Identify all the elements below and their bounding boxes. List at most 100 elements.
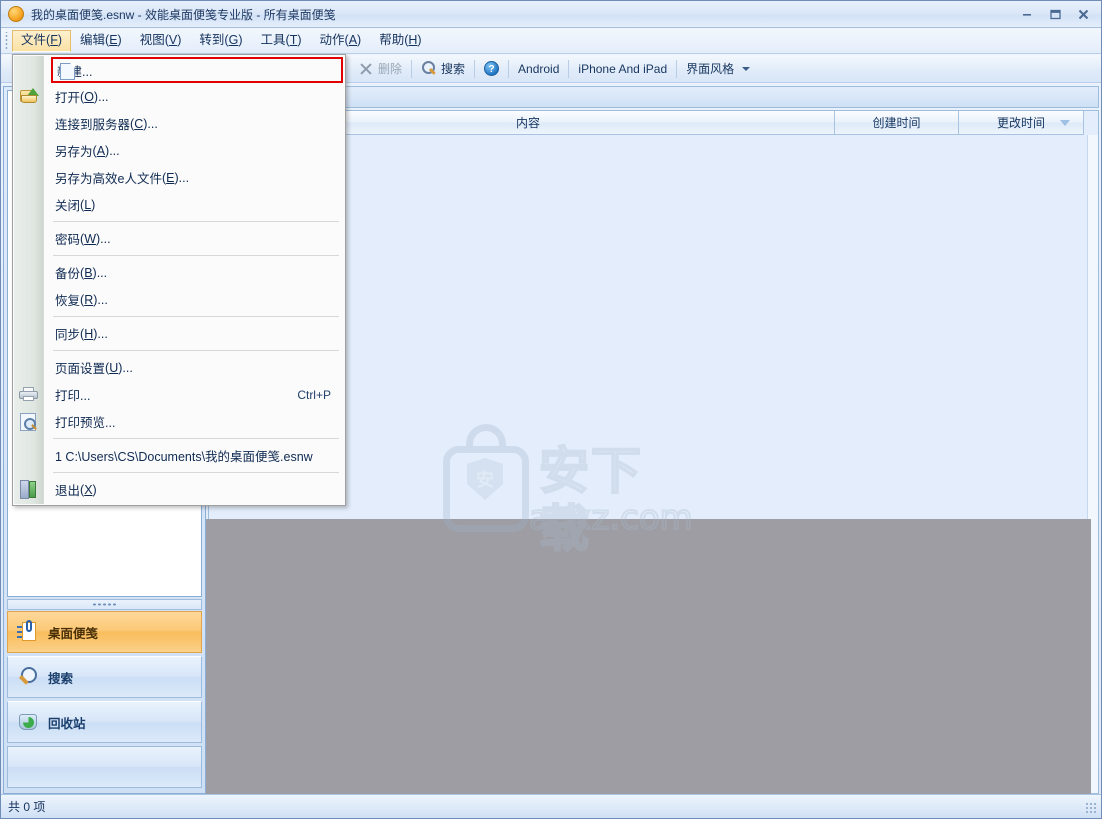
menu-item-print[interactable]: 打印... Ctrl+P	[13, 381, 345, 408]
menu-item-sync-suffix: ...	[97, 326, 108, 341]
listview-col-modified[interactable]: 更改时间	[959, 111, 1084, 135]
menu-separator	[53, 350, 339, 351]
menu-item-open-accel: O	[84, 89, 94, 104]
menu-item-exit-accel: X	[84, 482, 93, 497]
menu-item-sync-label: 同步	[55, 328, 81, 342]
menu-item-save-as-eren-label: 另存为高效e人文件	[55, 172, 162, 186]
android-button[interactable]: Android	[511, 57, 566, 81]
menu-separator	[53, 221, 339, 222]
menu-help-accel: H	[408, 33, 418, 47]
menu-item-page-setup-accel: U	[109, 360, 119, 375]
open-folder-icon	[20, 88, 39, 105]
menu-item-connect-server-label: 连接到服务器	[55, 118, 131, 132]
menu-help[interactable]: 帮助(H)	[370, 30, 430, 52]
menu-item-print-preview[interactable]: 打印预览...	[13, 408, 345, 435]
sidebar-item-search[interactable]: 搜索	[7, 656, 202, 698]
menu-item-restore[interactable]: 恢复(R)...	[13, 286, 345, 313]
menu-item-save-as-label: 另存为	[55, 145, 93, 159]
window-controls	[1013, 2, 1097, 26]
listview-col-created[interactable]: 创建时间	[835, 111, 959, 135]
menu-item-new[interactable]: 新建...	[51, 57, 343, 83]
new-document-icon	[60, 63, 77, 80]
menu-item-print-label: 打印...	[55, 389, 91, 403]
menu-edit-accel: E	[109, 33, 118, 47]
menu-item-close-label: 关闭	[55, 199, 81, 213]
menu-action-accel: A	[348, 33, 358, 47]
search-icon	[421, 60, 437, 77]
menu-file-accel: F	[50, 33, 58, 47]
delete-button-label: 删除	[378, 62, 403, 76]
sidebar-item-recycle-bin[interactable]: 回收站	[7, 701, 202, 743]
status-bar: 共 0 项	[1, 794, 1101, 818]
menu-item-close[interactable]: 关闭(L)	[13, 191, 345, 218]
menu-item-restore-label: 恢复	[55, 294, 81, 308]
menu-item-password[interactable]: 密码(W)...	[13, 225, 345, 252]
menu-item-print-preview-label: 打印预览...	[55, 416, 116, 430]
sidebar-more-button[interactable]	[7, 746, 202, 788]
menu-item-sync-accel: H	[84, 326, 94, 341]
menu-item-connect-server-suffix: ...	[147, 116, 158, 131]
menu-separator	[53, 316, 339, 317]
menu-file-label: 文件	[21, 33, 47, 47]
menu-item-save-as-eren-accel: E	[166, 170, 175, 185]
menu-item-connect-server-accel: C	[134, 116, 144, 131]
menu-item-open-label: 打开	[55, 91, 81, 105]
listview-col-modified-label: 更改时间	[996, 116, 1045, 130]
menu-item-connect-server[interactable]: 连接到服务器(C)...	[13, 110, 345, 137]
search-button-label: 搜索	[441, 62, 466, 76]
help-icon: ?	[484, 61, 500, 76]
menu-item-recent-file[interactable]: 1 C:\Users\CS\Documents\我的桌面便笺.esnw	[13, 442, 345, 469]
app-icon	[8, 6, 24, 22]
sidebar-nav: 桌面便笺 搜索 回收站	[4, 611, 205, 793]
menu-help-label: 帮助	[379, 33, 405, 47]
menu-goto-label: 转到	[199, 33, 225, 47]
menu-goto-accel: G	[228, 33, 239, 47]
close-button[interactable]	[1069, 4, 1097, 24]
menu-item-save-as[interactable]: 另存为(A)...	[13, 137, 345, 164]
minimize-button[interactable]	[1013, 4, 1041, 24]
menu-file[interactable]: 文件(F)	[12, 30, 71, 52]
menu-item-open[interactable]: 打开(O)...	[13, 83, 345, 110]
toolbar-separator	[474, 59, 476, 78]
sidebar-item-desktop-notes[interactable]: 桌面便笺	[7, 611, 202, 653]
menu-item-backup-label: 备份	[55, 267, 81, 281]
menu-tools[interactable]: 工具(T)	[252, 30, 311, 52]
delete-button[interactable]: 删除	[351, 57, 409, 81]
sort-descending-icon	[1060, 120, 1070, 126]
search-icon	[17, 666, 39, 688]
recycle-bin-icon	[17, 711, 39, 733]
maximize-button[interactable]	[1041, 4, 1069, 24]
sidebar-splitter[interactable]	[7, 599, 202, 610]
title-bar: 我的桌面便笺.esnw - 效能桌面便笺专业版 - 所有桌面便笺	[1, 1, 1101, 28]
sidebar-item-recycle-bin-label: 回收站	[48, 716, 86, 731]
toolbar-separator	[676, 59, 678, 78]
toolbar-separator	[411, 59, 413, 78]
menu-view-accel: V	[168, 33, 178, 47]
menu-item-save-as-accel: A	[96, 143, 106, 158]
toolbar-separator	[568, 59, 570, 78]
menu-view-label: 视图	[139, 33, 165, 47]
help-button[interactable]: ?	[477, 57, 506, 81]
menu-item-backup[interactable]: 备份(B)...	[13, 259, 345, 286]
menu-item-open-suffix: ...	[98, 89, 109, 104]
menu-grip-icon[interactable]	[3, 32, 11, 50]
menu-item-backup-accel: B	[84, 265, 93, 280]
menu-item-save-as-eren[interactable]: 另存为高效e人文件(E)...	[13, 164, 345, 191]
menu-edit[interactable]: 编辑(E)	[71, 30, 131, 52]
skin-style-button[interactable]: 界面风格	[679, 57, 757, 81]
sidebar-item-search-label: 搜索	[48, 671, 74, 686]
menu-item-recent-file-label: 1 C:\Users\CS\Documents\我的桌面便笺.esnw	[55, 450, 313, 464]
resize-grip-icon[interactable]	[1085, 802, 1098, 815]
menu-goto[interactable]: 转到(G)	[190, 30, 251, 52]
iphone-ipad-button[interactable]: iPhone And iPad	[571, 57, 674, 81]
chevron-down-icon	[742, 66, 751, 71]
search-button[interactable]: 搜索	[414, 57, 472, 81]
menu-item-exit[interactable]: 退出(X)	[13, 476, 345, 503]
menu-item-page-setup[interactable]: 页面设置(U)...	[13, 354, 345, 381]
menu-item-save-as-eren-suffix: ...	[178, 170, 190, 185]
menu-item-sync[interactable]: 同步(H)...	[13, 320, 345, 347]
menu-view[interactable]: 视图(V)	[131, 30, 191, 52]
menu-action[interactable]: 动作(A)	[311, 30, 371, 52]
desktop-note-icon	[17, 620, 39, 643]
sidebar-item-desktop-notes-label: 桌面便笺	[48, 626, 99, 641]
